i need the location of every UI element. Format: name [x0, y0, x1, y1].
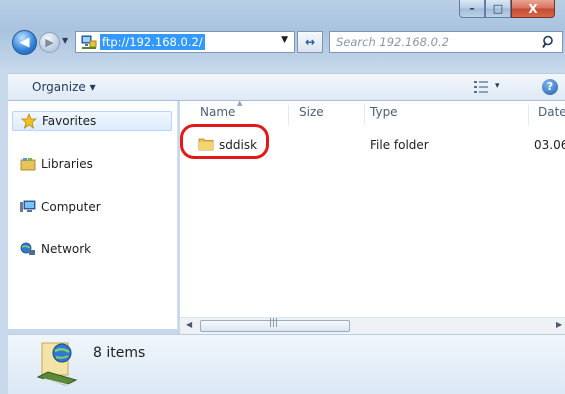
- search-icon[interactable]: [542, 35, 556, 49]
- view-options-icon[interactable]: [474, 81, 488, 93]
- network-icon: [20, 242, 35, 255]
- item-count: 8 items: [93, 345, 146, 361]
- address-chevron-down-icon[interactable]: ▼: [281, 35, 288, 45]
- scroll-left-icon[interactable]: ◀: [186, 320, 192, 329]
- computer-icon: [20, 200, 36, 212]
- sidebar-item-computer[interactable]: Computer: [20, 197, 101, 217]
- sidebar-item-favorites[interactable]: Favorites: [12, 111, 172, 131]
- address-input[interactable]: ftp://192.168.0.2/: [100, 34, 205, 50]
- view-chevron-down-icon[interactable]: ▾: [495, 81, 500, 91]
- file-type: File folder: [370, 138, 429, 152]
- details-pane: 8 items: [8, 334, 565, 394]
- back-button[interactable]: ◀: [12, 30, 37, 55]
- recent-pages-chevron-down-icon[interactable]: ▼: [62, 36, 72, 48]
- column-header-size[interactable]: Size: [299, 105, 324, 127]
- forward-button[interactable]: ▶: [39, 32, 60, 53]
- navigation-pane: Favorites Libraries Computer Network: [8, 101, 178, 329]
- close-button[interactable]: X: [511, 0, 555, 18]
- grip-icon: |||: [269, 318, 279, 328]
- search-box[interactable]: Search 192.168.0.2: [329, 31, 563, 53]
- horizontal-scrollbar[interactable]: ◀ ||| ▶: [180, 317, 565, 334]
- command-bar: Organize ▾ ▾ ?: [8, 73, 565, 101]
- sidebar-item-label: Computer: [41, 200, 101, 214]
- sort-ascending-icon: ▲: [237, 99, 243, 107]
- organize-button[interactable]: Organize ▾: [32, 80, 96, 94]
- column-divider[interactable]: [364, 105, 365, 125]
- maximize-icon: □: [492, 2, 504, 15]
- forward-arrow-icon: ▶: [45, 36, 54, 49]
- file-list: Name ▲ Size Type Date sddisk File folder…: [180, 99, 565, 329]
- minimize-button[interactable]: –: [459, 0, 485, 18]
- scrollbar-thumb[interactable]: |||: [200, 318, 350, 332]
- sidebar-item-label: Libraries: [41, 157, 93, 171]
- network-location-icon: [36, 342, 78, 387]
- sidebar-item-label: Favorites: [42, 114, 97, 128]
- caption-buttons: – □ X: [459, 0, 555, 20]
- sidebar-item-libraries[interactable]: Libraries: [20, 154, 93, 174]
- back-arrow-icon: ◀: [19, 35, 30, 50]
- refresh-button[interactable]: ↔: [297, 31, 323, 53]
- column-header-type[interactable]: Type: [370, 105, 398, 127]
- scroll-right-icon[interactable]: ▶: [556, 320, 562, 329]
- close-icon: X: [528, 1, 538, 16]
- column-header-date[interactable]: Date: [538, 105, 565, 127]
- column-divider[interactable]: [288, 105, 289, 125]
- libraries-icon: [20, 158, 36, 171]
- ftp-network-icon: [81, 35, 97, 49]
- sidebar-item-network[interactable]: Network: [20, 239, 91, 259]
- file-date: 03.06: [534, 138, 565, 152]
- sidebar-item-label: Network: [41, 242, 92, 256]
- column-divider[interactable]: [528, 105, 529, 125]
- address-bar[interactable]: ftp://192.168.0.2/ ▼: [75, 31, 295, 53]
- star-icon: [21, 113, 37, 129]
- highlight-annotation: [180, 124, 269, 159]
- maximize-button[interactable]: □: [485, 0, 511, 18]
- minimize-icon: –: [469, 2, 475, 15]
- help-icon[interactable]: ?: [542, 79, 558, 95]
- refresh-icon: ↔: [304, 35, 316, 49]
- search-input[interactable]: Search 192.168.0.2: [336, 35, 449, 49]
